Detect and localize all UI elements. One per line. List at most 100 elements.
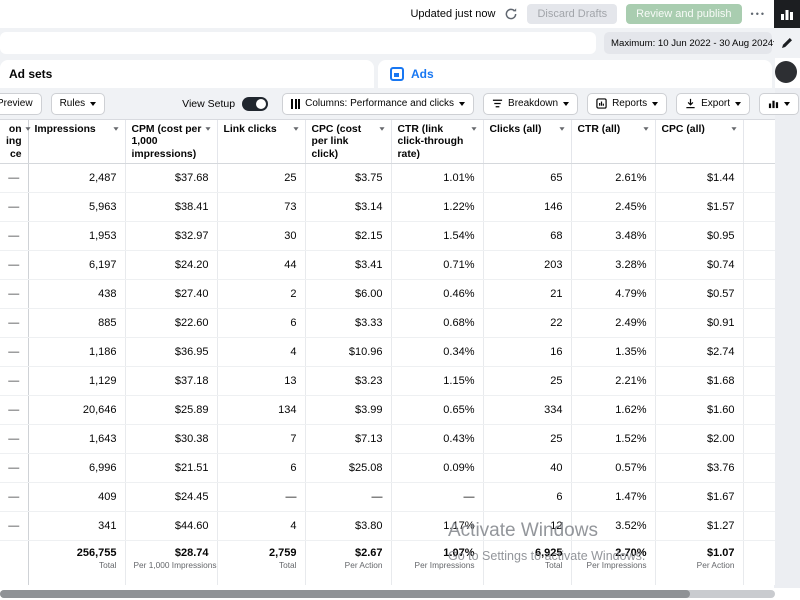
table-row[interactable]: —885 $22.60 6 $3.33 0.68% 22 2.49% $0.91	[0, 308, 775, 338]
rules-button[interactable]: Rules	[50, 92, 106, 115]
table-row[interactable]: —1,643 $30.38 7 $7.13 0.43% 25 1.52% $2.00	[0, 424, 775, 454]
table-cell: 6,197	[28, 250, 126, 280]
table-cell: 3.52%	[571, 511, 656, 541]
table-cell: $27.40	[125, 279, 218, 309]
tab-ad-sets[interactable]: Ad sets	[0, 60, 374, 88]
table-row[interactable]: —1,186 $36.95 4 $10.96 0.34% 16 1.35% $2.74	[0, 337, 775, 367]
table-cell: $1.60	[655, 395, 744, 425]
table-cell: 0.68%	[391, 308, 484, 338]
refresh-button[interactable]	[504, 7, 518, 21]
totals-cell: 256,755 Total	[28, 539, 126, 585]
chevron-down-icon	[563, 101, 570, 106]
edit-panel-button[interactable]	[774, 28, 800, 58]
table-cell: 0.57%	[571, 453, 656, 483]
totals-row: 256,755 Total $28.74 Per 1,000 Impressions 2…	[0, 539, 775, 585]
view-setup-label: View Setup	[182, 97, 236, 110]
table-cell: $3.75	[305, 163, 392, 193]
tab-ads[interactable]: Ads	[378, 60, 772, 88]
table-cell: 20,646	[28, 395, 126, 425]
table-cell: 1,186	[28, 337, 126, 367]
column-header[interactable]: Impressions	[28, 120, 126, 164]
totals-cell: 2.70% Per Impressions	[571, 539, 656, 585]
view-setup-toggle[interactable]	[242, 96, 269, 111]
review-publish-button[interactable]: Review and publish	[626, 4, 742, 24]
column-header[interactable]: CPC (all)	[655, 120, 744, 164]
table-cell: 6	[483, 482, 572, 512]
table-row[interactable]: —341 $44.60 4 $3.80 1.17% 12 3.52% $1.27	[0, 511, 775, 541]
export-button[interactable]: Export	[676, 92, 750, 115]
table-row[interactable]: —20,646 $25.89 134 $3.99 0.65% 334 1.62% $1.60	[0, 395, 775, 425]
table-cell: $24.20	[125, 250, 218, 280]
column-header[interactable]: on ing ce	[0, 120, 31, 164]
table-cell: 1.01%	[391, 163, 484, 193]
chart-view-button[interactable]	[759, 92, 799, 115]
table-cell: 65	[483, 163, 572, 193]
table-cell: $3.99	[305, 395, 392, 425]
sort-caret-icon	[204, 127, 211, 131]
table-cell: $3.23	[305, 366, 392, 396]
account-avatar[interactable]	[775, 61, 797, 83]
totals-cell: $2.67 Per Action	[305, 539, 392, 585]
table-cell: —	[391, 482, 484, 512]
insights-panel-button[interactable]	[774, 0, 800, 28]
export-label: Export	[701, 98, 730, 109]
table-cell: $0.74	[655, 250, 744, 280]
table-row[interactable]: —1,953 $32.97 30 $2.15 1.54% 68 3.48% $0.95	[0, 221, 775, 251]
table-row[interactable]: —5,963 $38.41 73 $3.14 1.22% 146 2.45% $1.57	[0, 192, 775, 222]
pencil-icon	[780, 36, 794, 50]
table-cell: 1.54%	[391, 221, 484, 251]
metrics-table-container: on ing ce Impressions CPM (cost per 1,000 …	[0, 120, 775, 585]
table-cell: —	[0, 250, 29, 280]
table-cell: $1.68	[655, 366, 744, 396]
chevron-down-icon	[735, 101, 741, 106]
date-range-button[interactable]: Maximum: 10 Jun 2022 - 30 Aug 2024	[604, 32, 780, 54]
column-header[interactable]: CPC (cost per link click)	[305, 120, 392, 164]
search-input[interactable]	[0, 32, 596, 54]
column-header[interactable]: Link clicks	[217, 120, 306, 164]
table-row[interactable]: —409 $24.45— — —6 1.47% $1.67	[0, 482, 775, 512]
more-options-button[interactable]: •••	[751, 9, 766, 19]
chevron-down-icon	[652, 101, 659, 106]
table-cell: 6	[217, 308, 306, 338]
table-cell: $25.89	[125, 395, 218, 425]
column-header-label: Link clicks	[223, 124, 277, 135]
table-row[interactable]: —6,996 $21.51 6 $25.08 0.09% 40 0.57% $3.76	[0, 453, 775, 483]
discard-drafts-button[interactable]: Discard Drafts	[527, 4, 618, 24]
table-cell: $3.33	[305, 308, 392, 338]
table-cell: $3.76	[655, 453, 744, 483]
vertical-scrollbar-track[interactable]	[774, 88, 800, 588]
table-cell	[743, 250, 775, 280]
table-cell: $1.57	[655, 192, 744, 222]
table-cell: 146	[483, 192, 572, 222]
preview-label: Preview	[0, 98, 33, 109]
table-cell: —	[0, 511, 29, 541]
table-cell	[743, 337, 775, 367]
table-cell: 22	[483, 308, 572, 338]
horizontal-scrollbar-thumb[interactable]	[0, 590, 690, 598]
preview-button[interactable]: Preview	[0, 92, 42, 115]
columns-icon	[291, 98, 301, 109]
table-cell: $0.95	[655, 221, 744, 251]
column-header[interactable]: CPM (cost per 1,000 impressions)	[125, 120, 218, 164]
columns-button[interactable]: Columns: Performance and clicks	[282, 92, 475, 115]
table-cell: 409	[28, 482, 126, 512]
table-cell	[743, 163, 775, 193]
column-header[interactable]: CTR (all)	[571, 120, 656, 164]
table-row[interactable]: —438 $27.40 2 $6.00 0.46% 21 4.79% $0.57	[0, 279, 775, 309]
table-cell: $10.96	[305, 337, 392, 367]
table-cell: 3.28%	[571, 250, 656, 280]
table-cell: 7	[217, 424, 306, 454]
table-cell: —	[0, 279, 29, 309]
table-row[interactable]: —1,129 $37.18 13 $3.23 1.15% 25 2.21% $1.68	[0, 366, 775, 396]
table-cell: 6	[217, 453, 306, 483]
column-header[interactable]: CTR (link click-through rate)	[391, 120, 484, 164]
totals-cell	[743, 539, 775, 585]
table-cell: —	[0, 366, 29, 396]
table-cell: 885	[28, 308, 126, 338]
column-header[interactable]: Clicks (all)	[483, 120, 572, 164]
breakdown-button[interactable]: Breakdown	[483, 92, 579, 115]
reports-button[interactable]: Reports	[587, 92, 668, 115]
table-row[interactable]: —6,197 $24.20 44 $3.41 0.71% 203 3.28% $0.74	[0, 250, 775, 280]
column-header-label: CPM (cost per 1,000 impressions)	[131, 124, 202, 160]
table-row[interactable]: —2,487 $37.68 25 $3.75 1.01% 65 2.61% $1.44	[0, 163, 775, 193]
